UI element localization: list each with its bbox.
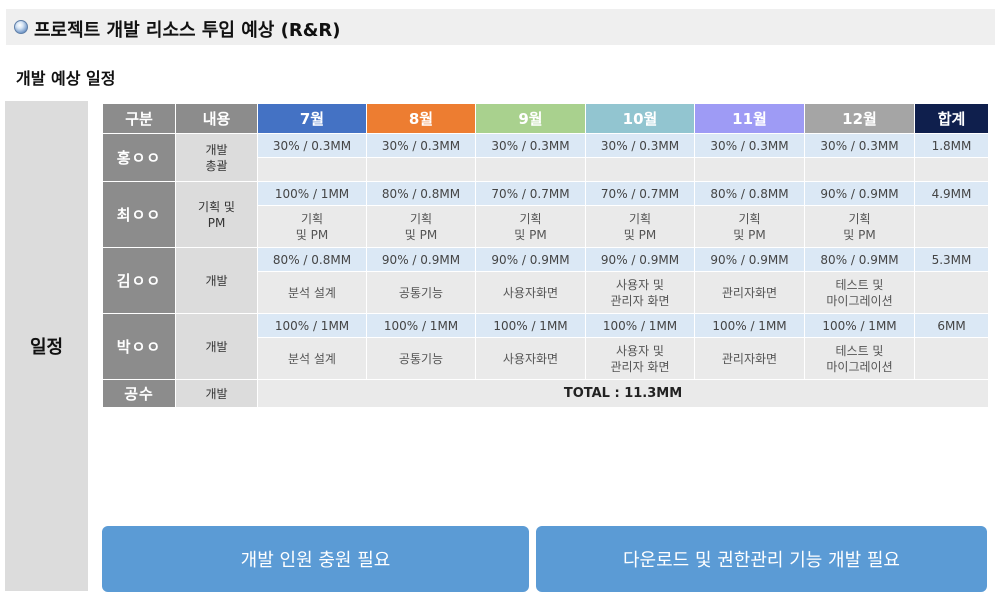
bullet-icon xyxy=(14,20,28,34)
month-allocation: 70% / 0.7MM xyxy=(585,181,695,206)
month-work-description: 관리자화면 xyxy=(694,271,805,314)
hire-developers-button[interactable]: 개발 인원 충원 필요 xyxy=(102,526,529,592)
header-month-aug: 8월 xyxy=(366,103,476,134)
month-work-description: 분석 설계 xyxy=(257,271,367,314)
month-work-description: 사용자 및 관리자 화면 xyxy=(585,337,695,380)
month-work-description: 공통기능 xyxy=(366,337,476,380)
table-row: 홍ㅇㅇ 개발 총괄 30% / 0.3MM 30% / 0.3MM 30% / 0.3MM… xyxy=(102,133,989,182)
member-name: 김ㅇㅇ xyxy=(102,247,176,314)
month-work-description: 분석 설계 xyxy=(257,337,367,380)
month-allocation: 30% / 0.3MM xyxy=(475,133,586,158)
month-allocation: 70% / 0.7MM xyxy=(475,181,586,206)
month-allocation: 100% / 1MM xyxy=(694,313,805,338)
section-title: 개발 예상 일정 xyxy=(16,69,116,88)
side-panel: 일정 xyxy=(5,101,88,591)
download-permission-feature-button[interactable]: 다운로드 및 권한관리 기능 개발 필요 xyxy=(536,526,987,592)
month-allocation: 80% / 0.8MM xyxy=(694,181,805,206)
header-month-nov: 11월 xyxy=(694,103,805,134)
month-work-description: 테스트 및 마이그레이션 xyxy=(804,337,915,380)
month-work-description: 관리자화면 xyxy=(694,337,805,380)
row-total: 1.8MM xyxy=(914,133,989,158)
header-month-jul: 7월 xyxy=(257,103,367,134)
member-role: 개발 총괄 xyxy=(175,133,258,182)
member-role: 개발 xyxy=(175,313,258,380)
header-month-oct: 10월 xyxy=(585,103,695,134)
month-work-description xyxy=(257,157,367,182)
month-work-description xyxy=(585,157,695,182)
header-total: 합계 xyxy=(914,103,989,134)
footer-role: 개발 xyxy=(175,379,258,408)
row-total: 6MM xyxy=(914,313,989,338)
header-category: 구분 xyxy=(102,103,176,134)
title-bar: 프로젝트 개발 리소스 투입 예상 (R&R) xyxy=(6,9,995,45)
month-work-description: 사용자 및 관리자 화면 xyxy=(585,271,695,314)
member-name: 홍ㅇㅇ xyxy=(102,133,176,182)
month-work-description xyxy=(804,157,915,182)
month-allocation: 30% / 0.3MM xyxy=(366,133,476,158)
month-work-description: 테스트 및 마이그레이션 xyxy=(804,271,915,314)
row-total: 5.3MM xyxy=(914,247,989,272)
table-footer-row: 공수 개발 TOTAL : 11.3MM xyxy=(102,379,989,408)
month-allocation: 80% / 0.9MM xyxy=(804,247,915,272)
table-row: 박ㅇㅇ 개발 100% / 1MM 100% / 1MM 100% / 1MM 100% … xyxy=(102,313,989,380)
month-allocation: 30% / 0.3MM xyxy=(585,133,695,158)
schedule-table: 구분 내용 7월 8월 9월 10월 11월 12월 합계 홍ㅇㅇ 개발 총괄 30%… xyxy=(102,103,989,408)
month-allocation: 80% / 0.8MM xyxy=(366,181,476,206)
table-row: 최ㅇㅇ 기획 및 PM 100% / 1MM 80% / 0.8MM 70% / 0.7M… xyxy=(102,181,989,248)
member-name: 최ㅇㅇ xyxy=(102,181,176,248)
month-allocation: 90% / 0.9MM xyxy=(475,247,586,272)
header-month-sep: 9월 xyxy=(475,103,586,134)
header-content: 내용 xyxy=(175,103,258,134)
month-allocation: 100% / 1MM xyxy=(366,313,476,338)
member-role: 기획 및 PM xyxy=(175,181,258,248)
month-allocation: 90% / 0.9MM xyxy=(694,247,805,272)
month-work-description xyxy=(475,157,586,182)
month-allocation: 100% / 1MM xyxy=(257,181,367,206)
month-allocation: 90% / 0.9MM xyxy=(366,247,476,272)
header-row: 구분 내용 7월 8월 9월 10월 11월 12월 합계 xyxy=(102,103,989,134)
row-total-blank xyxy=(914,271,989,314)
month-allocation: 100% / 1MM xyxy=(585,313,695,338)
month-allocation: 100% / 1MM xyxy=(475,313,586,338)
member-role: 개발 xyxy=(175,247,258,314)
row-total-blank xyxy=(914,205,989,248)
month-work-description xyxy=(366,157,476,182)
table-row: 김ㅇㅇ 개발 80% / 0.8MM 90% / 0.9MM 90% / 0.9MM 90… xyxy=(102,247,989,314)
month-work-description: 사용자화면 xyxy=(475,337,586,380)
month-work-description: 기획 및 PM xyxy=(694,205,805,248)
month-work-description: 기획 및 PM xyxy=(804,205,915,248)
month-allocation: 90% / 0.9MM xyxy=(585,247,695,272)
month-work-description: 공통기능 xyxy=(366,271,476,314)
month-allocation: 100% / 1MM xyxy=(257,313,367,338)
month-allocation: 90% / 0.9MM xyxy=(804,181,915,206)
row-total-blank xyxy=(914,157,989,182)
month-work-description: 기획 및 PM xyxy=(475,205,586,248)
month-allocation: 30% / 0.3MM xyxy=(804,133,915,158)
month-work-description: 기획 및 PM xyxy=(257,205,367,248)
row-total-blank xyxy=(914,337,989,380)
month-work-description: 기획 및 PM xyxy=(585,205,695,248)
member-name: 박ㅇㅇ xyxy=(102,313,176,380)
month-work-description: 사용자화면 xyxy=(475,271,586,314)
month-allocation: 30% / 0.3MM xyxy=(257,133,367,158)
grand-total: TOTAL : 11.3MM xyxy=(257,379,989,408)
month-allocation: 100% / 1MM xyxy=(804,313,915,338)
month-work-description: 기획 및 PM xyxy=(366,205,476,248)
footer-label: 공수 xyxy=(102,379,176,408)
header-month-dec: 12월 xyxy=(804,103,915,134)
row-total: 4.9MM xyxy=(914,181,989,206)
month-allocation: 80% / 0.8MM xyxy=(257,247,367,272)
side-label: 일정 xyxy=(29,337,64,358)
month-allocation: 30% / 0.3MM xyxy=(694,133,805,158)
page-title: 프로젝트 개발 리소스 투입 예상 (R&R) xyxy=(34,20,341,41)
month-work-description xyxy=(694,157,805,182)
